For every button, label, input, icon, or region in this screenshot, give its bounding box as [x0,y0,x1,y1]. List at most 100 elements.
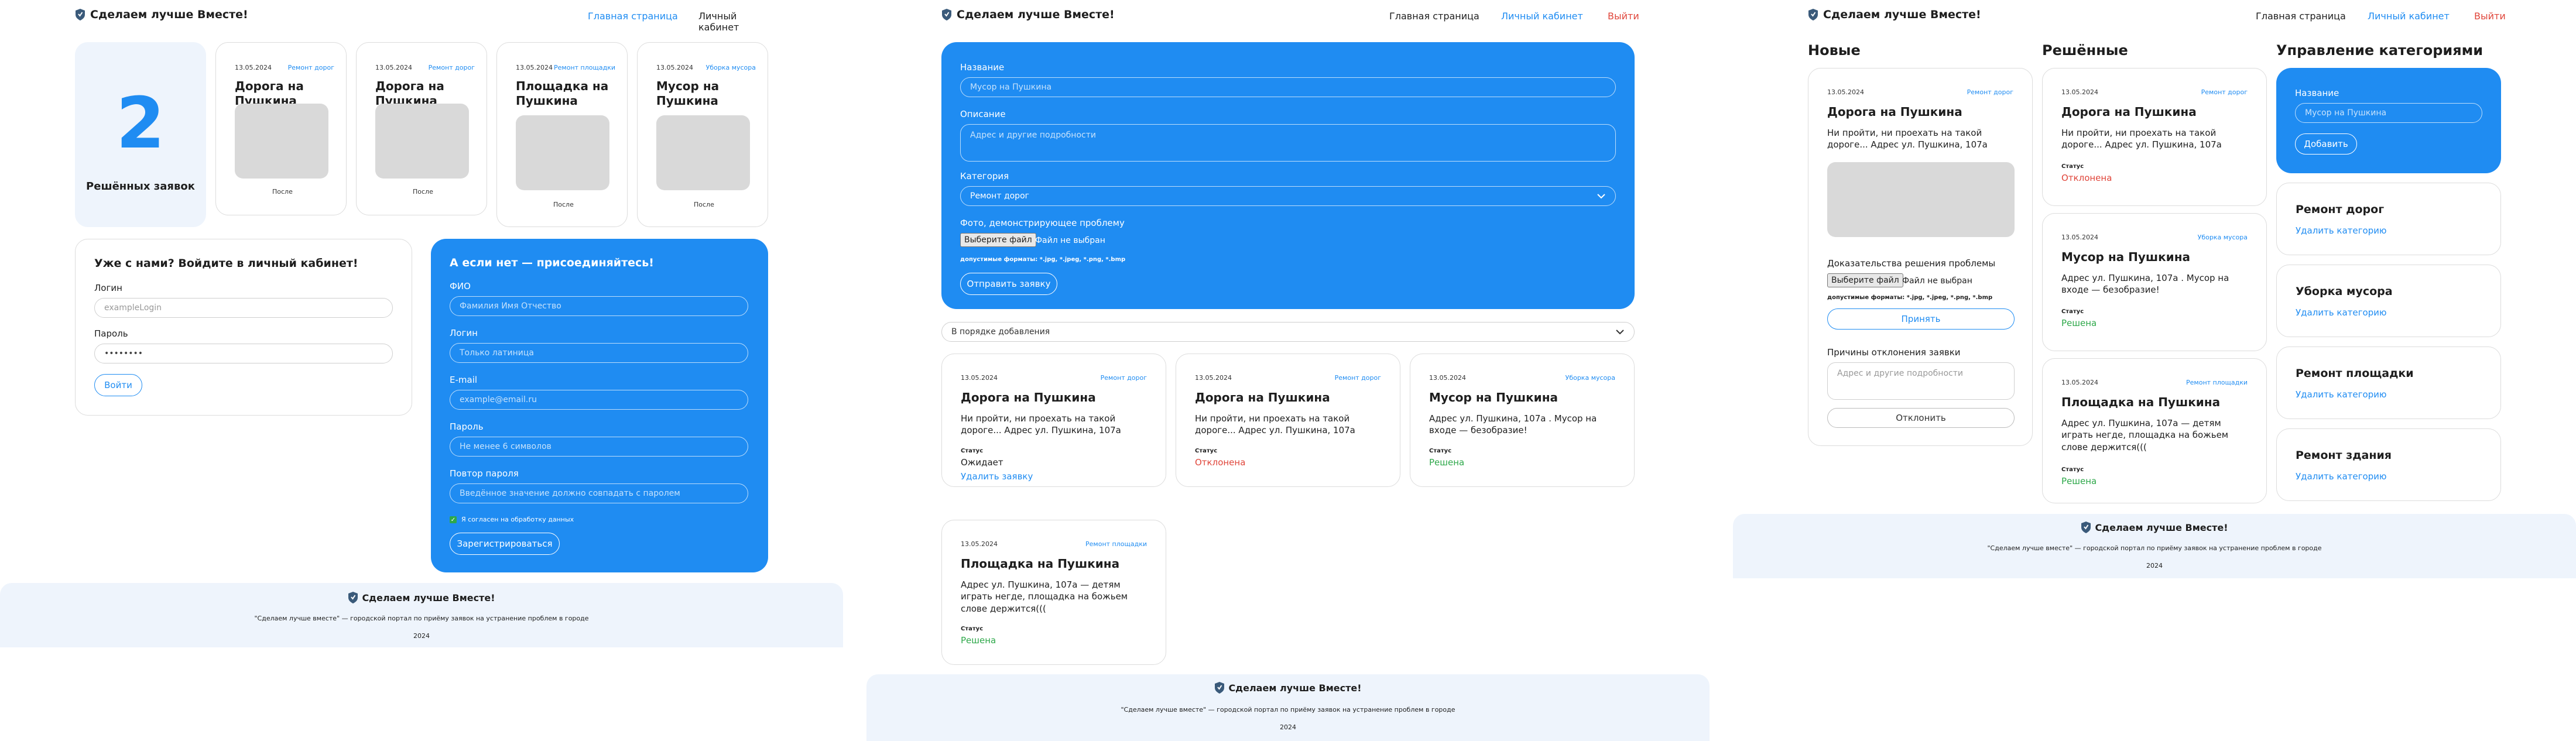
card-date: 13.05.2024 [2061,379,2098,386]
repeat-password-input[interactable]: Введённое значение должно совпадать с па… [450,483,748,503]
logo[interactable]: Сделаем лучше Вместе! [75,8,248,21]
solved-card[interactable]: 13.05.2024 Ремонт дорог Дорога на Пушкин… [215,42,347,215]
card-date: 13.05.2024 [516,64,553,71]
request-card[interactable]: 13.05.2024 Уборка мусора Мусор на Пушкин… [1410,354,1635,487]
login-input[interactable]: exampleLogin [94,298,393,318]
card-date: 13.05.2024 [961,540,998,548]
submit-request-button[interactable]: Отправить заявку [960,273,1057,295]
new-request-form: Название Мусор на Пушкина Описание Адрес… [941,42,1635,309]
fio-input[interactable]: Фамилия Имя Отчество [450,296,748,316]
footer: Сделаем лучше Вместе! "Сделаем лучше вме… [1733,514,2576,578]
solved-card[interactable]: 13.05.2024 Ремонт дорог Дорога на Пушкин… [356,42,487,215]
solved-request-card[interactable]: 13.05.2024 Ремонт дорог Дорога на Пушкин… [2042,68,2267,206]
home-page-screen: Сделаем лучше Вместе! Главная страница Л… [0,0,843,741]
nav-home[interactable]: Главная страница [588,11,678,22]
card-category: Ремонт дорог [287,64,334,71]
delete-category-link[interactable]: Удалить категорию [2296,225,2387,236]
status-label: Статус [961,448,984,454]
add-category-button[interactable]: Добавить [2295,133,2357,155]
footer-brand: Сделаем лучше Вместе! [362,592,495,603]
card-text: Адрес ул. Пушкина, 107а — детям играть н… [2061,418,2229,452]
file-formats: допустимые форматы: *.jpg, *.jpeg, *.png… [960,256,1126,263]
card-category: Ремонт площадки [554,64,615,71]
nav-cabinet[interactable]: Личный кабинет [1501,11,1583,22]
register-button[interactable]: Зарегистрироваться [450,533,560,555]
password-input[interactable]: •••••••• [94,344,393,363]
request-card[interactable]: 13.05.2024 Ремонт площадки Площадка на П… [941,520,1166,665]
register-form: А если нет — присоединяйтесь! ФИО Фамили… [431,239,768,572]
file-status: Файл не выбран [1035,236,1105,245]
reg-login-input[interactable]: Только латиница [450,343,748,363]
sort-select-value: В порядке добавления [951,327,1050,337]
card-title: Дорога на Пушкина [1827,105,1962,119]
nav-home[interactable]: Главная страница [1389,11,1479,22]
category-select[interactable]: Ремонт дорог [960,186,1616,206]
category-name: Ремонт дорог [2296,203,2385,216]
solved-card[interactable]: 13.05.2024 Уборка мусора Мусор на Пушкин… [637,42,768,227]
card-category: Ремонт дорог [1334,374,1381,382]
sort-select[interactable]: В порядке добавления [941,322,1635,342]
email-input[interactable]: example@email.ru [450,390,748,410]
footer-text: "Сделаем лучше вместе" — городской порта… [254,615,589,622]
card-date: 13.05.2024 [235,64,272,71]
category-name-label: Название [2295,88,2339,98]
desc-textarea[interactable]: Адрес и другие подробности [960,124,1616,162]
card-title: Дорога на Пушкина [961,390,1096,404]
reject-reason-label: Причины отклонения заявки [1827,347,1961,358]
card-text: Адрес ул. Пушкина, 107а . Мусор на входе… [1429,413,1597,436]
login-button[interactable]: Войти [94,374,142,396]
photo-caption: После [694,201,714,208]
nav-cabinet[interactable]: Личный кабинет [2368,11,2450,22]
reg-password-input[interactable]: Не менее 6 символов [450,437,748,457]
category-select-value: Ремонт дорог [970,191,1029,201]
logo[interactable]: Сделаем лучше Вместе! [941,8,1115,21]
file-choose-button[interactable]: Выберите файл [960,233,1036,247]
accept-button[interactable]: Принять [1827,308,2015,330]
name-input[interactable]: Мусор на Пушкина [960,77,1616,97]
footer-text: "Сделаем лучше вместе" — городской порта… [1121,706,1455,713]
request-card[interactable]: 13.05.2024 Ремонт дорог Дорога на Пушкин… [1176,354,1400,487]
card-title: Площадка на Пушкина [516,79,609,108]
delete-category-link[interactable]: Удалить категорию [2296,307,2387,318]
reject-reason-textarea[interactable]: Адрес и другие подробности [1827,362,2015,400]
card-text: Ни пройти, ни проехать на такой дороге..… [2061,128,2222,150]
column-solved-heading: Решённые [2042,42,2128,59]
category-name-input[interactable]: Мусор на Пушкина [2295,103,2482,123]
consent-checkbox[interactable]: ✓ [450,516,457,523]
footer-logo: Сделаем лучше Вместе! [866,681,1710,694]
request-photo [1827,162,2015,237]
reject-button[interactable]: Отклонить [1827,408,2015,428]
nav-logout[interactable]: Выйти [2474,11,2506,22]
solved-request-card[interactable]: 13.05.2024 Ремонт площадки Площадка на П… [2042,358,2267,503]
reg-login-label: Логин [450,328,478,338]
status-value: Отклонена [1195,457,1246,468]
consent-label: Я согласен на обработку данных [461,516,574,523]
file-choose-button[interactable]: Выберите файл [1827,273,1903,287]
card-date: 13.05.2024 [2061,88,2098,96]
nav-logout[interactable]: Выйти [1608,11,1639,22]
card-text: Ни пройти, ни проехать на такой дороге..… [1195,413,1355,436]
solved-request-card[interactable]: 13.05.2024 Уборка мусора Мусор на Пушкин… [2042,213,2267,351]
chevron-down-icon [1616,330,1624,335]
delete-category-link[interactable]: Удалить категорию [2296,471,2387,482]
delete-request-link[interactable]: Удалить заявку [961,471,1033,482]
request-card[interactable]: 13.05.2024 Ремонт дорог Дорога на Пушкин… [941,354,1166,487]
solved-card[interactable]: 13.05.2024 Ремонт площадки Площадка на П… [496,42,628,227]
status-value: Решена [2061,476,2097,486]
logo[interactable]: Сделаем лучше Вместе! [1808,8,1981,21]
brand-name: Сделаем лучше Вместе! [957,8,1115,21]
card-title: Дорога на Пушкина [1195,390,1330,404]
shield-logo-icon [1808,9,1818,20]
reg-password-label: Пароль [450,421,484,432]
photo-caption: После [413,188,433,195]
footer-year: 2024 [413,632,430,640]
footer: Сделаем лучше Вместе! "Сделаем лучше вме… [866,674,1710,741]
category-name: Ремонт здания [2296,449,2392,462]
login-heading: Уже с нами? Войдите в личный кабинет! [94,257,358,270]
nav-cabinet[interactable]: Личный кабинет [698,11,766,33]
footer-year: 2024 [1280,723,1296,731]
category-card: Ремонт площадки Удалить категорию [2276,347,2501,419]
nav-home[interactable]: Главная страница [2256,11,2346,22]
delete-category-link[interactable]: Удалить категорию [2296,389,2387,400]
card-category: Уборка мусора [2197,234,2248,241]
